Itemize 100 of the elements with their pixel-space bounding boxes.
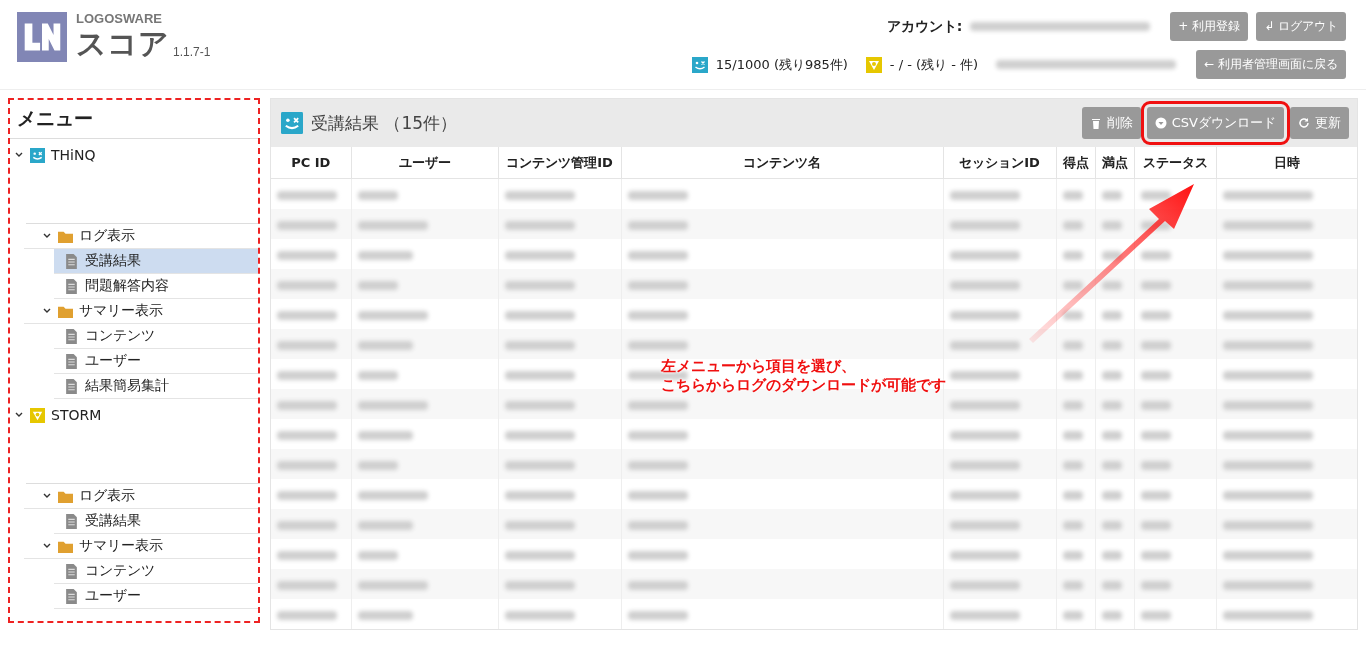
- redacted-text: [1140, 280, 1171, 290]
- redacted-text: [1140, 310, 1171, 320]
- column-header[interactable]: PC ID: [271, 147, 351, 179]
- column-header[interactable]: コンテンツ管理ID: [498, 147, 621, 179]
- tree-item[interactable]: 受講結果: [54, 509, 258, 534]
- redacted-text: [949, 400, 1020, 410]
- redacted-text: [357, 250, 413, 260]
- redacted-text: [357, 580, 428, 590]
- version-text: 1.1.7-1: [173, 45, 211, 59]
- redacted-text: [1101, 580, 1122, 590]
- tree-item[interactable]: 問題解答内容: [54, 274, 258, 299]
- redacted-text: [504, 340, 575, 350]
- redacted-text: [1101, 430, 1122, 440]
- redacted-text: [1101, 550, 1122, 560]
- redacted-text: [504, 280, 575, 290]
- tree-item[interactable]: ログ表示: [24, 484, 258, 509]
- column-header[interactable]: ステータス: [1134, 147, 1216, 179]
- redacted-text: [1062, 220, 1083, 230]
- redacted-text: [1101, 250, 1122, 260]
- tree-item[interactable]: ユーザー: [54, 349, 258, 374]
- redacted-text: [1140, 460, 1171, 470]
- redacted-text: [1101, 370, 1122, 380]
- quota-text: 15/1000 (残り985件): [715, 55, 848, 74]
- redacted-text: [1140, 430, 1171, 440]
- redacted-text: [1062, 190, 1083, 200]
- callout-text: 左メニューから項目を選び、 こちらからログのダウンロードが可能です: [661, 357, 946, 395]
- redacted-text: [949, 370, 1020, 380]
- redacted-text: [1101, 220, 1122, 230]
- redacted-text: [357, 460, 398, 470]
- redacted-text: [1101, 460, 1122, 470]
- tree-item[interactable]: コンテンツ: [54, 324, 258, 349]
- tree-item[interactable]: サマリー表示: [24, 299, 258, 324]
- redacted-text: [1062, 280, 1083, 290]
- redacted-text: [627, 490, 688, 500]
- tree-item[interactable]: THiNQ: [10, 139, 258, 171]
- smiley-icon: [691, 56, 708, 73]
- redacted-text: [277, 580, 337, 590]
- redacted-text: [357, 610, 413, 620]
- redacted-text: [357, 340, 413, 350]
- redacted-text: [949, 460, 1020, 470]
- column-header[interactable]: セッションID: [943, 147, 1056, 179]
- redacted-text: [1101, 610, 1122, 620]
- tree-item[interactable]: コンテンツ: [54, 559, 258, 584]
- redacted-text: [1101, 400, 1122, 410]
- redacted-text: [277, 250, 337, 260]
- column-header[interactable]: 日時: [1216, 147, 1357, 179]
- column-header[interactable]: コンテンツ名: [621, 147, 943, 179]
- swirl-icon: [30, 407, 45, 423]
- redacted-text: [357, 310, 428, 320]
- redacted-text: [357, 490, 428, 500]
- redacted-text: [949, 430, 1020, 440]
- redacted-text: [504, 220, 575, 230]
- panel-title: 受講結果 （15件）: [311, 111, 458, 135]
- redacted-text: [627, 610, 688, 620]
- redacted-text: [1140, 580, 1171, 590]
- redacted-text: [1101, 310, 1122, 320]
- redacted-text: [627, 190, 688, 200]
- redacted-text: [357, 430, 413, 440]
- column-header[interactable]: 満点: [1095, 147, 1134, 179]
- redacted-text: [949, 190, 1020, 200]
- tree-item[interactable]: 結果簡易集計: [54, 374, 258, 399]
- redacted-text: [627, 520, 688, 530]
- redacted-text: [1101, 490, 1122, 500]
- redacted-text: [277, 460, 337, 470]
- redacted-text: [277, 370, 337, 380]
- redacted-text: [627, 550, 688, 560]
- redacted-text: [357, 370, 398, 380]
- redacted-text: [277, 490, 337, 500]
- redacted-text: [277, 310, 337, 320]
- redacted-text: [1140, 490, 1171, 500]
- tree-item[interactable]: STORM: [10, 399, 258, 431]
- redacted-text: [949, 250, 1020, 260]
- redacted-text: [277, 610, 337, 620]
- redacted-text: [627, 460, 688, 470]
- redacted-text: [504, 400, 575, 410]
- redacted-text: [504, 310, 575, 320]
- redacted-text: [277, 280, 337, 290]
- redacted-text: [1101, 340, 1122, 350]
- redacted-text: [504, 250, 575, 260]
- column-header[interactable]: ユーザー: [351, 147, 498, 179]
- redacted-text: [357, 400, 428, 410]
- brand-name: LOGOSWARE: [76, 12, 163, 26]
- redacted-text: [949, 490, 1020, 500]
- redacted-text: [357, 190, 398, 200]
- redacted-text: [504, 490, 575, 500]
- redacted-text: [1062, 400, 1083, 410]
- redacted-text: [277, 400, 337, 410]
- redacted-text: [504, 430, 575, 440]
- redacted-text: [504, 190, 575, 200]
- redacted-text: [504, 370, 575, 380]
- redacted-text: [504, 550, 575, 560]
- column-header[interactable]: 得点: [1056, 147, 1095, 179]
- redacted-text: [504, 610, 575, 620]
- redacted-text: [1101, 190, 1122, 200]
- document-icon: [64, 588, 79, 604]
- tree-item[interactable]: サマリー表示: [24, 534, 258, 559]
- redacted-text: [277, 550, 337, 560]
- redacted-text: [1062, 340, 1083, 350]
- tree-item[interactable]: 受講結果: [54, 249, 258, 274]
- tree-item[interactable]: ユーザー: [54, 584, 258, 609]
